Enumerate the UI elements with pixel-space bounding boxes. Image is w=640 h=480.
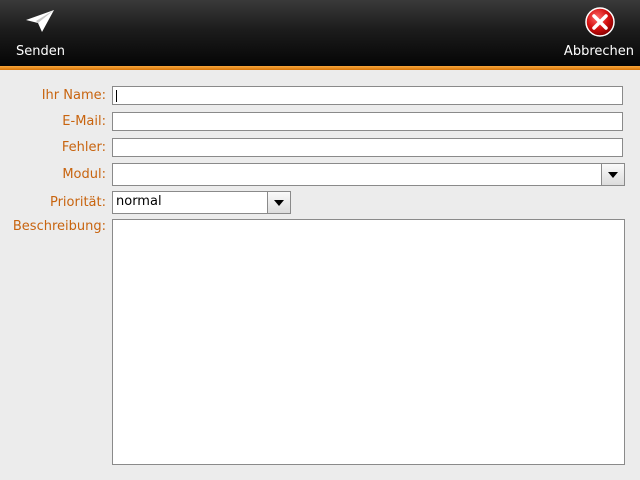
description-label: Beschreibung: <box>12 219 106 234</box>
paper-plane-icon <box>26 10 54 32</box>
module-select[interactable] <box>112 163 625 186</box>
send-label: Senden <box>16 44 65 59</box>
priority-dropdown-button[interactable] <box>267 192 290 213</box>
priority-value: normal <box>116 194 162 209</box>
close-icon <box>585 7 615 37</box>
text-caret <box>116 90 117 102</box>
name-label: Ihr Name: <box>41 88 106 103</box>
send-button[interactable]: Senden <box>0 0 80 66</box>
description-textarea[interactable] <box>112 219 625 465</box>
email-input[interactable] <box>112 112 623 131</box>
cancel-label: Abbrechen <box>563 44 634 59</box>
priority-select[interactable]: normal <box>112 191 291 214</box>
priority-label: Priorität: <box>49 195 106 210</box>
email-label: E-Mail: <box>62 114 106 129</box>
toolbar: Senden Abbrechen <box>0 0 640 66</box>
cancel-button[interactable]: Abbrechen <box>560 0 640 66</box>
chevron-down-icon <box>608 172 618 178</box>
error-input[interactable] <box>112 138 623 157</box>
module-dropdown-button[interactable] <box>601 164 624 185</box>
toolbar-accent-divider <box>0 66 640 70</box>
error-label: Fehler: <box>61 140 106 155</box>
module-label: Modul: <box>62 167 106 182</box>
name-input[interactable] <box>112 86 623 105</box>
chevron-down-icon <box>274 200 284 206</box>
